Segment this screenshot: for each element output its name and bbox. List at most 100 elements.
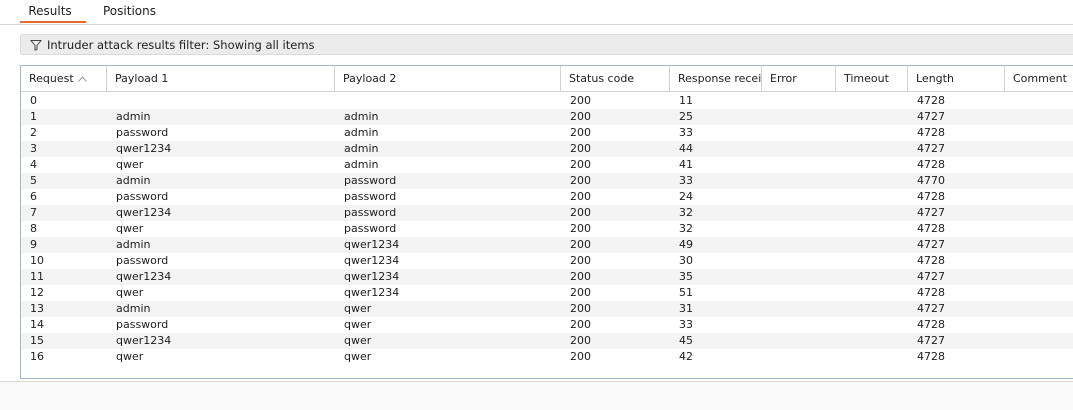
table-cell: 4728 <box>917 94 945 107</box>
table-row[interactable]: 5 admin password 200 33 4770 <box>21 173 1073 189</box>
table-cell: 200 <box>570 94 591 107</box>
table-cell: 200 <box>570 238 591 251</box>
table-cell: 0 <box>30 94 37 107</box>
table-cell <box>1005 237 1073 253</box>
table-cell: qwer <box>344 350 372 363</box>
table-cell: password <box>344 206 397 219</box>
table-row[interactable]: 14 password qwer 200 33 4728 <box>21 317 1073 333</box>
table-cell: 200 <box>570 254 591 267</box>
table-cell: qwer1234 <box>116 334 172 347</box>
table-cell: 200 <box>570 190 591 203</box>
results-table[interactable]: Request Payload 1 Payload 2 Status code … <box>20 65 1073 379</box>
table-cell <box>1005 93 1073 109</box>
column-header-request[interactable]: Request <box>21 66 107 91</box>
table-cell: 200 <box>570 158 591 171</box>
table-cell <box>1005 157 1073 173</box>
table-cell <box>762 221 836 237</box>
table-cell <box>762 301 836 317</box>
table-cell: 4727 <box>917 142 945 155</box>
table-cell: 24 <box>679 190 693 203</box>
table-cell: 4728 <box>917 254 945 267</box>
table-cell: qwer <box>344 302 372 315</box>
table-cell: qwer1234 <box>116 206 172 219</box>
table-cell: qwer1234 <box>344 286 400 299</box>
table-row[interactable]: 3 qwer1234 admin 200 44 4727 <box>21 141 1073 157</box>
table-cell: admin <box>344 126 379 139</box>
table-row[interactable]: 12 qwer qwer1234 200 51 4728 <box>21 285 1073 301</box>
table-cell <box>1005 189 1073 205</box>
table-cell: qwer <box>116 158 144 171</box>
table-cell <box>107 93 335 109</box>
table-row[interactable]: 6 password password 200 24 4728 <box>21 189 1073 205</box>
column-header-response-received[interactable]: Response recei... <box>670 66 762 91</box>
table-cell <box>1005 269 1073 285</box>
table-body: 0 200 11 4728 1 admin admin 200 25 4727 2 password a… <box>21 93 1073 365</box>
table-cell: qwer1234 <box>344 254 400 267</box>
table-row[interactable]: 1 admin admin 200 25 4727 <box>21 109 1073 125</box>
filter-text: Intruder attack results filter: Showing … <box>47 38 315 52</box>
active-tab-indicator <box>20 21 86 23</box>
results-filter-bar[interactable]: Intruder attack results filter: Showing … <box>20 34 1073 55</box>
table-cell: 6 <box>30 190 37 203</box>
table-cell: qwer <box>116 286 144 299</box>
filter-funnel-icon <box>29 39 43 51</box>
table-cell: qwer1234 <box>344 270 400 283</box>
table-cell: 200 <box>570 126 591 139</box>
table-cell <box>836 109 908 125</box>
table-cell <box>836 157 908 173</box>
table-cell: qwer1234 <box>116 270 172 283</box>
column-header-payload-1[interactable]: Payload 1 <box>107 66 335 91</box>
table-row[interactable]: 4 qwer admin 200 41 4728 <box>21 157 1073 173</box>
table-cell: 14 <box>30 318 44 331</box>
table-cell <box>762 109 836 125</box>
column-header-error[interactable]: Error <box>762 66 836 91</box>
table-cell: 200 <box>570 174 591 187</box>
table-cell: admin <box>116 302 151 315</box>
table-cell <box>762 333 836 349</box>
table-cell: 33 <box>679 318 693 331</box>
table-cell: 12 <box>30 286 44 299</box>
column-header-payload-2[interactable]: Payload 2 <box>335 66 561 91</box>
table-cell: admin <box>116 174 151 187</box>
table-row[interactable]: 0 200 11 4728 <box>21 93 1073 109</box>
table-cell: 16 <box>30 350 44 363</box>
table-cell: 42 <box>679 350 693 363</box>
table-cell: 7 <box>30 206 37 219</box>
table-cell: 4727 <box>917 334 945 347</box>
column-header-length[interactable]: Length <box>908 66 1005 91</box>
column-header-comment[interactable]: Comment <box>1005 66 1073 91</box>
column-header-timeout[interactable]: Timeout <box>836 66 908 91</box>
table-row[interactable]: 7 qwer1234 password 200 32 4727 <box>21 205 1073 221</box>
table-cell: 4727 <box>917 270 945 283</box>
table-cell: qwer <box>116 350 144 363</box>
table-cell: 5 <box>30 174 37 187</box>
table-cell: qwer1234 <box>116 142 172 155</box>
table-cell <box>836 317 908 333</box>
table-cell <box>762 189 836 205</box>
table-row[interactable]: 16 qwer qwer 200 42 4728 <box>21 349 1073 365</box>
table-cell <box>836 301 908 317</box>
table-cell: 200 <box>570 302 591 315</box>
bottom-panel <box>0 382 1073 410</box>
tab-results[interactable]: Results <box>20 0 80 23</box>
table-cell: password <box>344 174 397 187</box>
table-row[interactable]: 11 qwer1234 qwer1234 200 35 4727 <box>21 269 1073 285</box>
table-cell <box>1005 317 1073 333</box>
table-cell <box>1005 349 1073 365</box>
table-row[interactable]: 15 qwer1234 qwer 200 45 4727 <box>21 333 1073 349</box>
table-row[interactable]: 9 admin qwer1234 200 49 4727 <box>21 237 1073 253</box>
table-cell <box>762 125 836 141</box>
tab-positions[interactable]: Positions <box>103 0 156 23</box>
table-cell: password <box>116 126 169 139</box>
column-header-status-code[interactable]: Status code <box>561 66 670 91</box>
table-row[interactable]: 13 admin qwer 200 31 4727 <box>21 301 1073 317</box>
table-cell: 51 <box>679 286 693 299</box>
table-cell <box>1005 285 1073 301</box>
table-cell: 4727 <box>917 238 945 251</box>
table-cell: 200 <box>570 318 591 331</box>
table-row[interactable]: 2 password admin 200 33 4728 <box>21 125 1073 141</box>
table-row[interactable]: 8 qwer password 200 32 4728 <box>21 221 1073 237</box>
table-cell: admin <box>344 142 379 155</box>
table-row[interactable]: 10 password qwer1234 200 30 4728 <box>21 253 1073 269</box>
table-cell: 35 <box>679 270 693 283</box>
